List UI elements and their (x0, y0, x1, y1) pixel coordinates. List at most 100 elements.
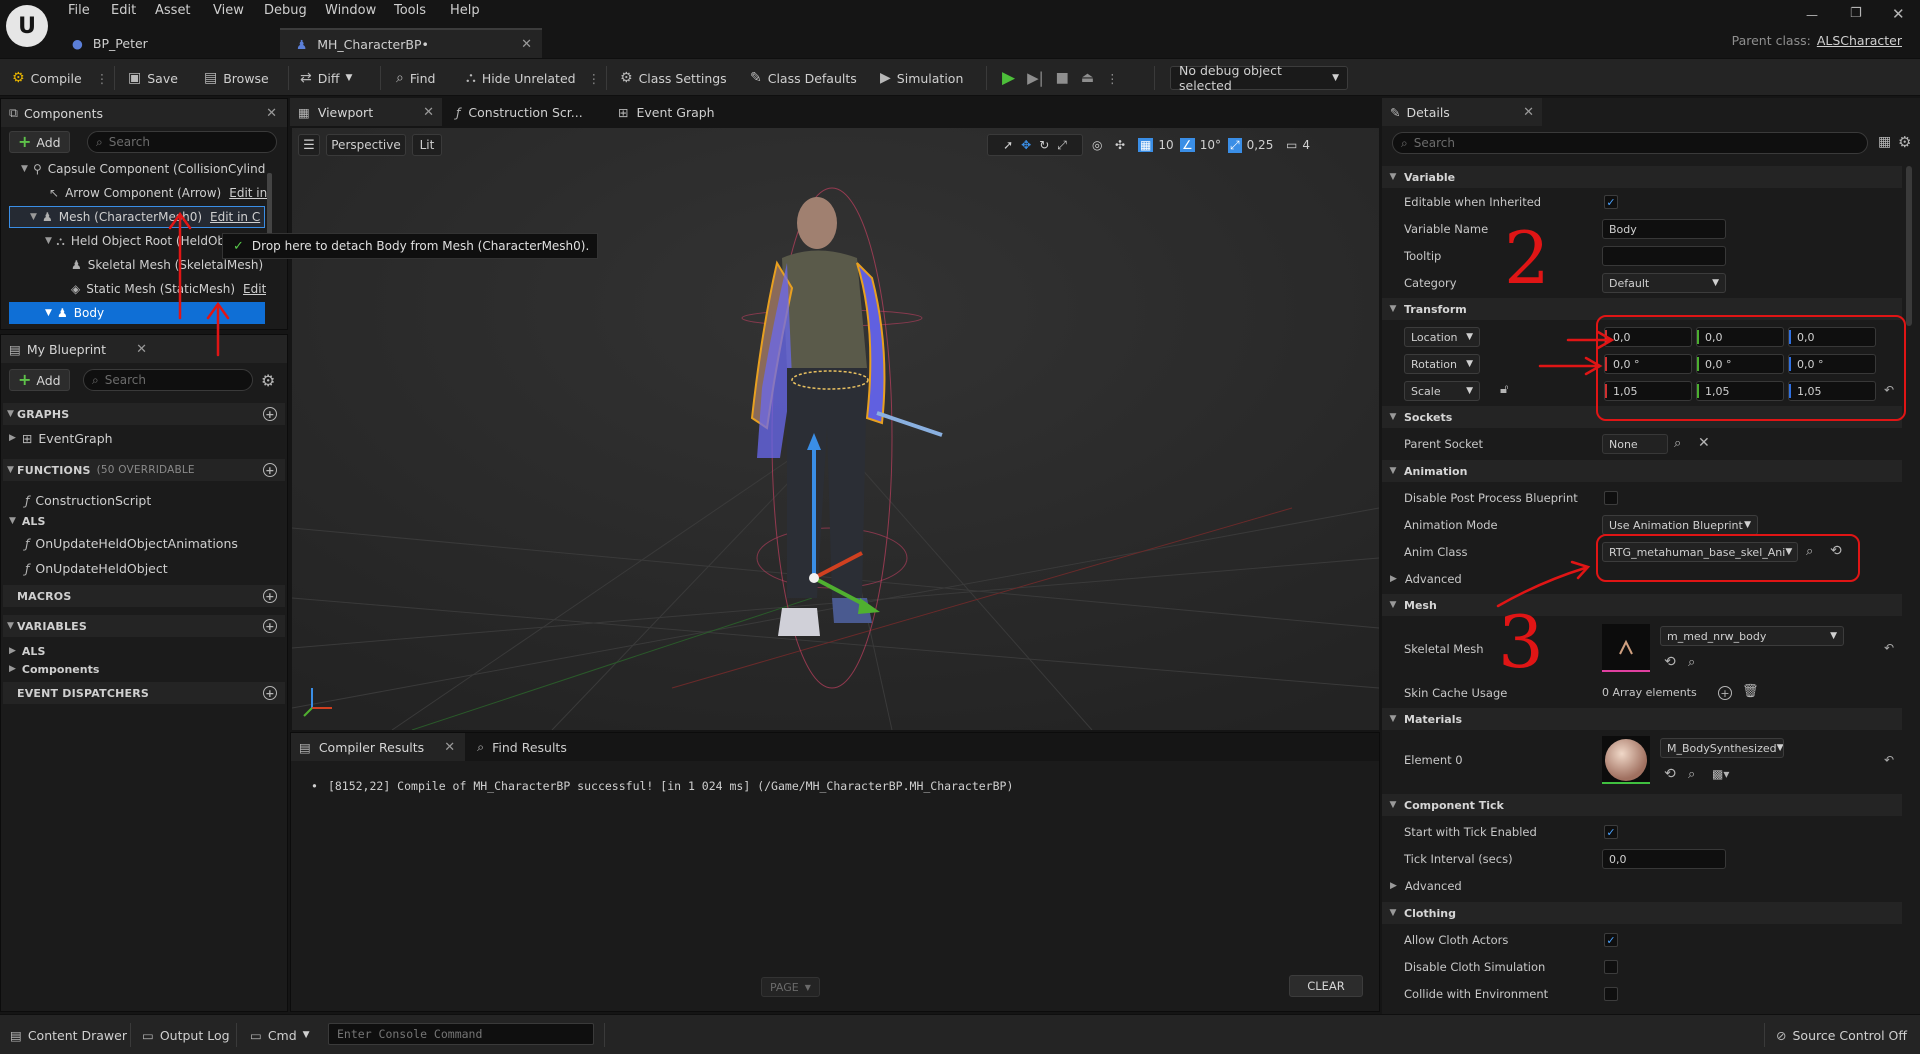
variable-name-field[interactable]: Body (1602, 219, 1726, 239)
details-search[interactable]: ⌕ (1392, 132, 1868, 154)
use-selected-icon[interactable]: ⟲ (1664, 654, 1676, 670)
play-icon[interactable]: ▶ (1002, 68, 1015, 88)
hide-unrelated-button[interactable]: ⛬ Hide Unrelated ⋮ (466, 59, 600, 97)
menu-file[interactable]: File (68, 3, 90, 18)
material-dropdown[interactable]: M_BodySynthesized ▼ (1660, 738, 1784, 758)
tree-item-mesh[interactable]: ▼ ♟ Mesh (CharacterMesh0) Edit in C (9, 206, 265, 228)
event-graph-item[interactable]: ▶ ⊞ EventGraph (9, 428, 113, 448)
add-array-element-icon[interactable]: + (1718, 686, 1732, 700)
move-tool-icon[interactable]: ✥ (1021, 138, 1031, 152)
scale-tool-icon[interactable]: ⤢ (1057, 138, 1067, 153)
location-mode-dropdown[interactable]: Location ▼ (1404, 327, 1480, 347)
function-item[interactable]: ƒ OnUpdateHeldObjectAnimations (25, 533, 238, 553)
close-panel-icon[interactable]: ✕ (1523, 105, 1534, 120)
frame-advance-icon[interactable]: ▶| (1027, 69, 1044, 87)
add-variable-icon[interactable]: + (263, 619, 277, 633)
console-command-box[interactable] (328, 1023, 594, 1045)
animation-section[interactable]: ▼ Animation (1382, 460, 1902, 482)
macros-section[interactable]: MACROS + (3, 585, 285, 607)
console-command-input[interactable] (337, 1027, 593, 1041)
output-log-button[interactable]: ▭ Output Log (142, 1015, 230, 1054)
event-dispatchers-section[interactable]: EVENT DISPATCHERS + (3, 682, 285, 704)
lock-icon[interactable]: 🔓︎ (1500, 382, 1508, 397)
hide-unrelated-options-icon[interactable]: ⋮ (588, 71, 601, 86)
trash-icon[interactable]: 🗑︎ (1742, 684, 1759, 699)
disable-post-process-checkbox[interactable] (1604, 491, 1618, 505)
graphs-section[interactable]: ▼ GRAPHS + (3, 403, 285, 425)
tree-item-capsule[interactable]: ▼ ⚲ Capsule Component (CollisionCylind (21, 159, 265, 179)
diff-button[interactable]: ⇄ Diff ▼ (300, 59, 352, 97)
skeletal-mesh-dropdown[interactable]: m_med_nrw_body ▼ (1660, 626, 1844, 646)
browse-asset-icon[interactable]: ⌕ (1688, 655, 1695, 670)
unreal-logo-icon[interactable]: U (6, 5, 48, 47)
simulation-button[interactable]: ▶ Simulation (880, 59, 963, 97)
materials-section[interactable]: ▼ Materials (1382, 708, 1902, 730)
menu-debug[interactable]: Debug (264, 3, 307, 18)
compile-options-icon[interactable]: ⋮ (96, 71, 109, 86)
editable-checkbox[interactable]: ✓ (1604, 195, 1618, 209)
reset-to-default-icon[interactable]: ↶ (1884, 753, 1894, 767)
tree-item-held-object-root[interactable]: ▼ ⛬ Held Object Root (HeldOb (45, 231, 225, 251)
components-search[interactable]: ⌕ (87, 131, 277, 153)
variables-components-category[interactable]: ▶ Components (9, 659, 99, 679)
menu-help[interactable]: Help (450, 3, 480, 18)
menu-edit[interactable]: Edit (111, 3, 136, 18)
variables-section[interactable]: ▼ VARIABLES + (3, 615, 285, 637)
doc-tab-bp-peter[interactable]: ● BP_Peter (56, 28, 270, 58)
page-dropdown[interactable]: PAGE ▼ (761, 977, 820, 997)
perspective-button[interactable]: Perspective (326, 134, 406, 156)
rotate-tool-icon[interactable]: ↻ (1039, 138, 1049, 152)
class-settings-button[interactable]: ⚙ Class Settings (620, 59, 727, 97)
variable-section[interactable]: ▼ Variable (1382, 166, 1902, 188)
tab-find-results[interactable]: ⌕ Find Results (465, 733, 567, 761)
eject-icon[interactable]: ⏏ (1081, 70, 1094, 86)
settings-gear-icon[interactable]: ⚙ (261, 371, 275, 390)
animation-advanced[interactable]: ▶ Advanced (1390, 568, 1462, 590)
parent-class-link[interactable]: ALSCharacter (1817, 33, 1902, 48)
close-tab-icon[interactable]: ✕ (521, 37, 532, 52)
edit-in-link[interactable]: Edit in C (210, 210, 260, 224)
tab-viewport[interactable]: ▦ Viewport ✕ (290, 98, 442, 126)
functions-section[interactable]: ▼ FUNCTIONS (50 OVERRIDABLE + (3, 459, 285, 481)
surface-snap-icon[interactable]: ✣ (1115, 134, 1125, 156)
use-selected-icon[interactable]: ⟲ (1664, 766, 1676, 782)
component-tick-section[interactable]: ▼ Component Tick (1382, 794, 1902, 816)
viewport-menu-icon[interactable]: ☰ (298, 134, 320, 156)
class-defaults-button[interactable]: ✎ Class Defaults (750, 59, 857, 97)
close-window-icon[interactable]: ✕ (1892, 5, 1905, 23)
disable-cloth-checkbox[interactable] (1604, 960, 1618, 974)
parent-socket-field[interactable]: None (1602, 434, 1668, 454)
my-blueprint-search-input[interactable] (104, 373, 252, 387)
add-function-icon[interactable]: + (263, 463, 277, 477)
settings-gear-icon[interactable]: ⚙ (1898, 133, 1911, 151)
clear-button[interactable]: CLEAR (1289, 975, 1363, 997)
camera-speed-button[interactable]: ▭ 4 (1286, 134, 1310, 156)
minimize-icon[interactable]: — (1806, 8, 1818, 22)
play-options-icon[interactable]: ⋮ (1106, 71, 1119, 86)
cmd-dropdown[interactable]: ▭ Cmd ▼ (250, 1015, 310, 1054)
expand-icon[interactable]: ▼ (30, 212, 42, 222)
menu-tools[interactable]: Tools (394, 3, 426, 18)
tree-item-body[interactable]: ▼ ♟ Body (9, 302, 265, 324)
function-item[interactable]: ƒ OnUpdateHeldObject (25, 558, 168, 578)
menu-window[interactable]: Window (325, 3, 376, 18)
animation-mode-dropdown[interactable]: Use Animation Blueprint ▼ (1602, 515, 1758, 535)
browse-asset-icon[interactable]: ⌕ (1688, 767, 1695, 782)
material-thumbnail[interactable] (1602, 736, 1650, 784)
details-search-input[interactable] (1413, 136, 1867, 150)
scale-snap-toggle[interactable]: ⤢ 0,25 (1228, 134, 1273, 156)
source-control-button[interactable]: ⊘ Source Control Off (1776, 1015, 1907, 1054)
tree-item-arrow[interactable]: ↖ Arrow Component (Arrow) Edit in (49, 183, 267, 203)
material-options-icon[interactable]: ▩▾ (1712, 767, 1729, 781)
browse-socket-icon[interactable]: ⌕ (1674, 436, 1681, 451)
tree-scrollbar[interactable] (267, 173, 272, 239)
tab-event-graph[interactable]: ⊞ Event Graph (618, 98, 715, 126)
tab-compiler-results[interactable]: ▤ Compiler Results ✕ (291, 733, 466, 761)
tree-item-static-mesh[interactable]: ◈ Static Mesh (StaticMesh) Edit (71, 279, 266, 299)
clear-socket-icon[interactable]: ✕ (1698, 435, 1710, 451)
close-panel-icon[interactable]: ✕ (266, 106, 277, 121)
mesh-section[interactable]: ▼ Mesh (1382, 594, 1902, 616)
compile-button[interactable]: ⚙ Compile ⋮ (12, 59, 108, 97)
select-tool-icon[interactable]: ➚ (1003, 138, 1013, 152)
details-scrollbar[interactable] (1906, 166, 1912, 326)
